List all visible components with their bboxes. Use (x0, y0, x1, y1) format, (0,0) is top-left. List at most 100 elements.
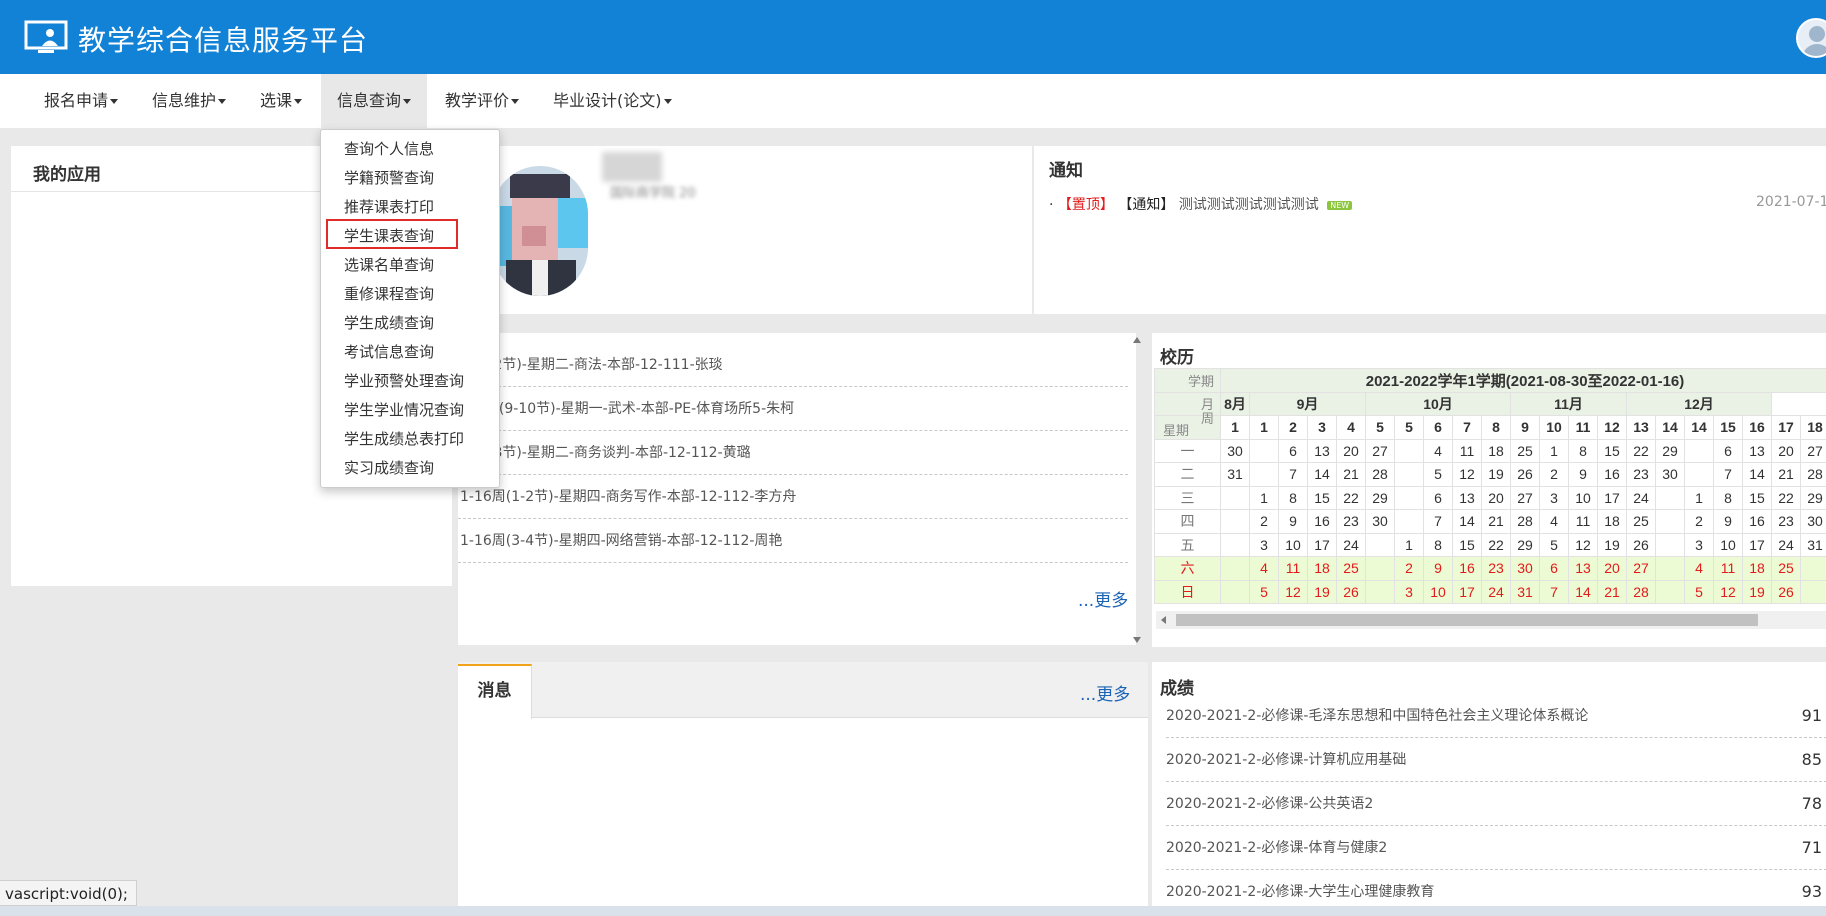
calendar-weekday: 五 (1154, 532, 1221, 557)
calendar-date-cell: 28 (1800, 462, 1826, 487)
grade-row[interactable]: 2020-2021-2-必修课-公共英语2 78 (1166, 782, 1826, 826)
info-query-dropdown: 查询个人信息 学籍预警查询 推荐课表打印 学生课表查询 选课名单查询 重修课程查… (320, 129, 500, 488)
calendar-date-cell: 31 (1510, 579, 1540, 604)
calendar-date-cell: 1 (1249, 485, 1279, 510)
nav-info-maintenance[interactable]: 信息维护 (136, 74, 242, 128)
menu-item-academic-warning[interactable]: 学业预警处理查询 (344, 368, 464, 394)
menu-item-retake-courses[interactable]: 重修课程查询 (344, 281, 434, 307)
grade-row[interactable]: 2020-2021-2-必修课-毛泽东思想和中国特色社会主义理论体系概论 91 (1166, 694, 1826, 738)
calendar-date-cell: 10 (1713, 532, 1743, 557)
calendar-date-cell: 27 (1510, 485, 1540, 510)
calendar-month: 9月 (1249, 391, 1366, 416)
calendar-date-cell: 25 (1336, 556, 1366, 581)
menu-item-grade-summary-print[interactable]: 学生成绩总表打印 (344, 426, 464, 452)
notice-item[interactable]: · 【置顶】 【通知】 测试测试测试测试测试 NEW (1049, 194, 1353, 214)
app-title: 教学综合信息服务平台 (78, 24, 369, 57)
calendar-week-number: 1 (1249, 415, 1279, 440)
calendar-date-cell: 19 (1481, 462, 1511, 487)
calendar-week-number: 14 (1684, 415, 1714, 440)
calendar-date-cell: 11 (1713, 556, 1743, 581)
calendar-date-cell: 23 (1336, 509, 1366, 534)
schedule-item[interactable]: 周(7-8节)-星期二-商务谈判-本部-12-112-黄璐 (458, 431, 1128, 475)
calendar-week-number: 11 (1568, 415, 1598, 440)
calendar-date-cell: 28 (1510, 509, 1540, 534)
scroll-thumb[interactable] (1176, 614, 1758, 626)
menu-item-status-warning[interactable]: 学籍预警查询 (344, 165, 434, 191)
schedule-item[interactable]: 周(双)(9-10节)-星期一-武术-本部-PE-体育场所5-朱柯 (458, 387, 1128, 431)
calendar-date-cell: 23 (1626, 462, 1656, 487)
nav-info-query[interactable]: 信息查询 (321, 74, 428, 128)
tab-messages[interactable]: 消息 (458, 664, 532, 719)
scroll-left-icon[interactable] (1161, 616, 1166, 624)
schedule-scrollbar[interactable] (1130, 337, 1144, 643)
notice-panel: 通知 · 【置顶】 【通知】 测试测试测试测试测试 NEW 2021-07-1 (1034, 146, 1826, 314)
schedule-more-link[interactable]: ...更多 (1078, 586, 1128, 611)
calendar-month: 10月 (1365, 391, 1511, 416)
caret-down-icon (403, 99, 412, 104)
school-calendar-panel: 校历 学期 2021-2022学年1学期(2021-08-30至2022-01-1… (1152, 333, 1826, 647)
calendar-date-cell (1684, 462, 1714, 487)
calendar-date-cell: 31 (1220, 462, 1250, 487)
nav-graduation-design[interactable]: 毕业设计(论文) (537, 74, 688, 128)
calendar-date-cell: 9 (1568, 462, 1598, 487)
nav-course-selection[interactable]: 选课 (244, 74, 318, 128)
scroll-up-icon[interactable] (1133, 337, 1141, 343)
calendar-date-cell (1655, 485, 1685, 510)
menu-item-academic-status[interactable]: 学生学业情况查询 (344, 397, 464, 423)
calendar-date-cell: 25 (1626, 509, 1656, 534)
calendar-date-cell (1655, 532, 1685, 557)
calendar-hscrollbar[interactable] (1156, 611, 1826, 629)
calendar-week-number: 6 (1423, 415, 1453, 440)
schedule-item[interactable]: 1-16周(3-4节)-星期四-网络营销-本部-12-112-周艳 (458, 519, 1128, 563)
calendar-date-cell: 21 (1597, 579, 1627, 604)
menu-item-student-grades[interactable]: 学生成绩查询 (344, 310, 434, 336)
scroll-down-icon[interactable] (1133, 637, 1141, 643)
calendar-date-cell: 20 (1481, 485, 1511, 510)
calendar-date-cell: 30 (1800, 509, 1826, 534)
notice-link[interactable]: 测试测试测试测试测试 (1179, 197, 1319, 213)
calendar-week-number: 14 (1655, 415, 1685, 440)
grades-panel: 成绩 2020-2021-2-必修课-毛泽东思想和中国特色社会主义理论体系概论 9… (1152, 662, 1826, 916)
schedule-item[interactable]: 1-16周(1-2节)-星期四-商务写作-本部-12-112-李方舟 (458, 475, 1128, 519)
grade-row[interactable]: 2020-2021-2-必修课-计算机应用基础 85 (1166, 738, 1826, 782)
menu-item-exam-info[interactable]: 考试信息查询 (344, 339, 434, 365)
calendar-week-number: 10 (1539, 415, 1569, 440)
grade-course: 2020-2021-2-必修课-公共英语2 (1166, 796, 1374, 812)
calendar-date-cell: 2 (1394, 556, 1424, 581)
calendar-date-cell (1365, 556, 1395, 581)
grade-score: 85 (1801, 750, 1822, 769)
calendar-month: 12月 (1626, 391, 1772, 416)
profile-panel: 国际商学院 20 (452, 146, 1032, 314)
caret-down-icon (110, 99, 119, 104)
calendar-date-cell (1394, 485, 1424, 510)
calendar-week-number: 18 (1800, 415, 1826, 440)
menu-item-personal-info[interactable]: 查询个人信息 (344, 136, 434, 162)
calendar-date-cell: 30 (1510, 556, 1540, 581)
nav-teaching-evaluation[interactable]: 教学评价 (429, 74, 535, 128)
calendar-date-cell: 16 (1597, 462, 1627, 487)
menu-item-recommended-timetable[interactable]: 推荐课表打印 (344, 194, 434, 220)
user-avatar-icon[interactable] (1796, 18, 1826, 58)
calendar-date-cell: 7 (1423, 509, 1453, 534)
calendar-date-cell: 22 (1336, 485, 1366, 510)
menu-item-selection-list[interactable]: 选课名单查询 (344, 252, 434, 278)
nav-registration[interactable]: 报名申请 (28, 74, 134, 128)
calendar-date-cell (1365, 532, 1395, 557)
bullet: · (1049, 197, 1054, 213)
calendar-date-cell: 19 (1307, 579, 1337, 604)
calendar-date-cell: 13 (1742, 438, 1772, 463)
messages-more-link[interactable]: ...更多 (1080, 680, 1130, 705)
schedule-item[interactable]: 周(1-2节)-星期二-商法-本部-12-111-张琰 (458, 343, 1128, 387)
calendar-date-cell: 13 (1452, 485, 1482, 510)
calendar-date-cell: 6 (1423, 485, 1453, 510)
calendar-corner-weekday: 星期 (1163, 423, 1190, 438)
calendar-date-cell: 6 (1713, 438, 1743, 463)
notice-title: 通知 (1049, 161, 1083, 181)
menu-item-student-timetable[interactable]: 学生课表查询 (344, 223, 434, 249)
menu-item-internship-grades[interactable]: 实习成绩查询 (344, 455, 434, 481)
calendar-date-cell (1220, 509, 1250, 534)
calendar-date-cell (1249, 462, 1279, 487)
calendar-date-cell: 29 (1510, 532, 1540, 557)
grade-row[interactable]: 2020-2021-2-必修课-体育与健康2 71 (1166, 826, 1826, 870)
grade-course: 2020-2021-2-必修课-毛泽东思想和中国特色社会主义理论体系概论 (1166, 708, 1589, 724)
